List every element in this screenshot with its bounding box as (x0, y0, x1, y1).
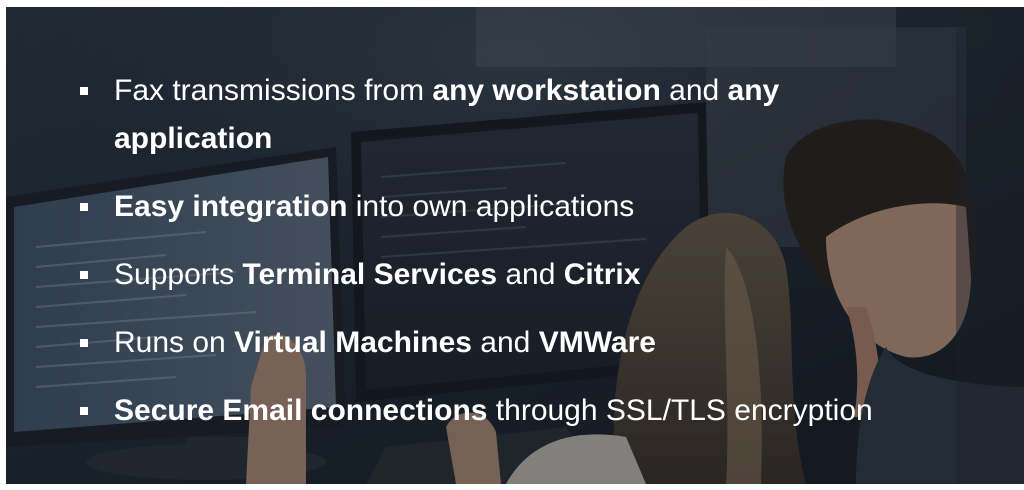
feature-list: Fax transmissions from any workstation a… (80, 67, 940, 455)
square-bullet-icon (80, 339, 88, 347)
square-bullet-icon (80, 271, 88, 279)
hero-banner: Fax transmissions from any workstation a… (6, 7, 1024, 484)
feature-highlight: Terminal Services (242, 258, 498, 291)
feature-highlight: Easy integration (114, 190, 348, 223)
feature-highlight: Secure Email connections (114, 394, 488, 427)
square-bullet-icon (80, 203, 88, 211)
feature-item-any-workstation: Fax transmissions from any workstation a… (80, 67, 834, 163)
feature-highlight: Virtual Machines (234, 326, 472, 359)
feature-text: through SSL/TLS encryption (487, 394, 873, 427)
feature-item-terminal-services: Supports Terminal Services and Citrix (80, 251, 940, 299)
feature-text: Fax transmissions from (114, 74, 433, 107)
feature-text: into own applications (347, 190, 635, 223)
feature-text: and (497, 258, 564, 291)
feature-item-secure-email: Secure Email connections through SSL/TLS… (80, 387, 940, 435)
feature-text: Runs on (114, 326, 235, 359)
square-bullet-icon (80, 87, 88, 95)
feature-text: and (471, 326, 539, 359)
feature-highlight: Citrix (563, 258, 641, 291)
feature-text: and (660, 74, 728, 107)
feature-item-easy-integration: Easy integration into own applications (80, 183, 940, 231)
feature-item-virtual-machines: Runs on Virtual Machines and VMWare (80, 319, 940, 367)
feature-text: Supports (114, 258, 243, 291)
feature-highlight: VMWare (538, 326, 656, 359)
feature-highlight: any workstation (432, 74, 661, 107)
square-bullet-icon (80, 407, 88, 415)
